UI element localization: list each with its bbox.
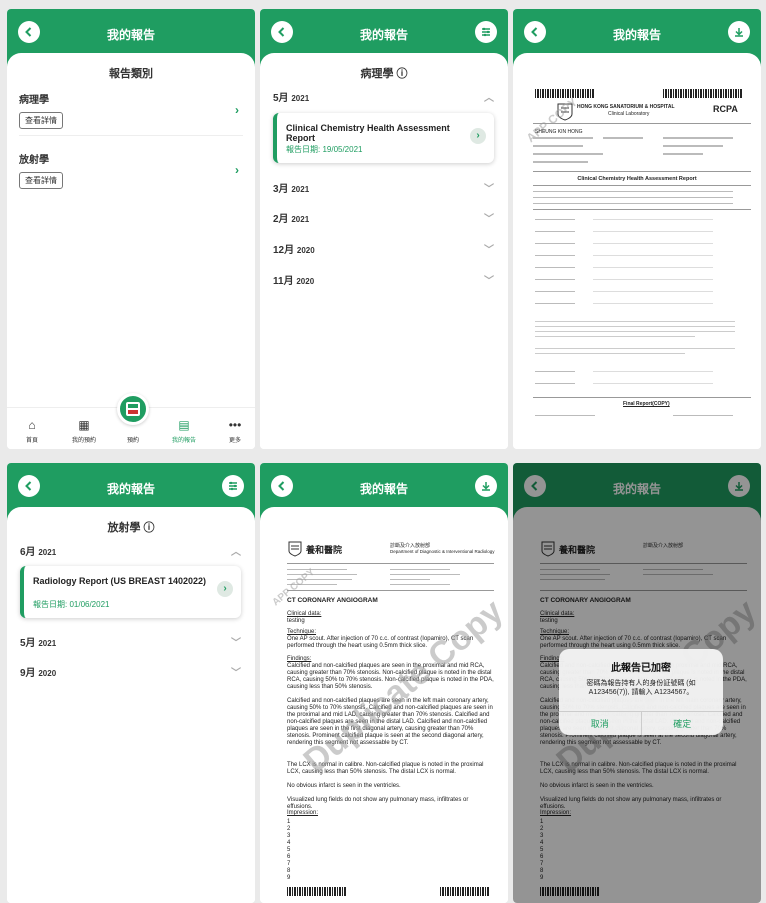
chevron-up-icon: ︿ <box>484 93 494 104</box>
report-title: Clinical Chemistry Health Assessment Rep… <box>286 123 450 143</box>
screen-lab-report-viewer: 我的報告 HONG KONG SANATORIUM & HOSPITAL Cli… <box>513 9 761 449</box>
view-details-button[interactable]: 查看詳情 <box>19 172 63 189</box>
rcpa-logo: RCPA <box>713 104 738 114</box>
filter-button[interactable] <box>222 475 244 497</box>
category-name: 放射學 <box>19 155 49 166</box>
category-name: 病理學 <box>19 95 49 106</box>
barcode <box>535 89 595 98</box>
book-appointment-fab[interactable] <box>117 393 149 425</box>
confirm-button[interactable]: 確定 <box>642 712 724 735</box>
header-title: 我的報告 <box>106 28 155 42</box>
chevron-right-icon: › <box>235 103 239 117</box>
chevron-right-icon: › <box>235 163 239 177</box>
header-title: 我的報告 <box>106 482 155 496</box>
chevron-down-icon: ﹀ <box>231 668 241 679</box>
report-document[interactable]: 養和醫院 診斷及介入放射部 Department of Diagnostic &… <box>260 507 508 903</box>
cancel-button[interactable]: 取消 <box>559 712 642 735</box>
findings-paragraph: Visualized lung fields do not show any p… <box>287 797 469 810</box>
encrypted-dialog: 此報告已加密 密碼為報告持有人的身份証號碼 (如A123456(7)), 請輸入… <box>559 649 723 735</box>
report-date: 報告日期: 19/05/2021 <box>286 145 363 154</box>
content-panel: 放射學 ⓘ 6月 2021 ︿ Radiology Report (US BREA… <box>7 507 255 903</box>
hospital-name: 養和醫院 <box>306 545 343 555</box>
screen-radiology-list: 我的報告 放射學 ⓘ 6月 2021 ︿ Radiology Report (US… <box>7 463 255 903</box>
filter-icon <box>482 27 490 37</box>
chevron-down-icon: ﹀ <box>484 214 494 225</box>
panel-title: 病理學 ⓘ <box>360 68 408 80</box>
findings-paragraph: No obvious infarct is seen in the ventri… <box>287 783 401 789</box>
view-details-button[interactable]: 查看詳情 <box>19 112 63 129</box>
department-name-zh: 診斷及介入放射部 <box>390 543 431 549</box>
month-group-dec-2020[interactable]: 12月 2020 ﹀ <box>273 241 494 256</box>
download-button[interactable] <box>475 475 497 497</box>
impression-label: Impression: <box>287 810 319 816</box>
report-document[interactable]: HONG KONG SANATORIUM & HOSPITAL Clinical… <box>513 53 761 449</box>
month-group-jun-2021[interactable]: 6月 2021 ︿ <box>20 543 241 558</box>
download-icon <box>735 28 743 37</box>
final-report-label: Final Report(COPY) <box>623 401 670 407</box>
month-group-may-2021[interactable]: 5月 2021 ﹀ <box>20 634 241 649</box>
panel-title: 報告類別 <box>109 68 153 80</box>
chevron-down-icon: ﹀ <box>231 638 241 649</box>
screen-pathology-list: 我的報告 病理學 ⓘ 5月 2021 ︿ Clinical Chemistry H… <box>260 9 508 449</box>
tab-my-reports[interactable]: ▤ 我的報告 <box>164 418 204 444</box>
chevron-right-icon: › <box>470 128 486 144</box>
chevron-down-icon: ﹀ <box>484 245 494 256</box>
department-name-en: Department of Diagnostic & Interventiona… <box>390 549 495 554</box>
tab-more[interactable]: ••• 更多 <box>215 418 255 444</box>
download-icon <box>482 482 490 491</box>
barcode <box>440 887 490 896</box>
download-button[interactable] <box>728 21 750 43</box>
barcode <box>663 89 743 98</box>
report-card[interactable]: Radiology Report (US BREAST 1402022) 報告日… <box>20 566 241 618</box>
category-pathology[interactable]: 病理學 查看詳情 › <box>19 91 243 129</box>
filter-icon <box>229 481 237 491</box>
more-icon: ••• <box>228 418 242 432</box>
filter-button[interactable] <box>475 21 497 43</box>
content-panel: 病理學 ⓘ 5月 2021 ︿ Clinical Chemistry Health… <box>260 53 508 449</box>
hospital-crest-icon <box>288 541 302 557</box>
chevron-right-icon: › <box>217 581 233 597</box>
dialog-title: 此報告已加密 <box>611 663 671 674</box>
dialog-message: 密碼為報告持有人的身份証號碼 (如A123456(7)), 請輸入 A12345… <box>586 680 696 696</box>
barcode <box>287 887 347 896</box>
calendar-icon: ▦ <box>78 418 90 432</box>
report-title: Clinical Chemistry Health Assessment Rep… <box>577 176 697 182</box>
header-title: 我的報告 <box>612 28 661 42</box>
panel-title: 放射學 ⓘ <box>107 522 155 534</box>
content-panel: 報告類別 病理學 查看詳情 › 放射學 查看詳情 › <box>7 53 255 449</box>
month-group-may-2021[interactable]: 5月 2021 ︿ <box>273 89 494 104</box>
report-date: 報告日期: 01/06/2021 <box>33 600 110 609</box>
report-card[interactable]: Clinical Chemistry Health Assessment Rep… <box>273 113 494 163</box>
report-heading: CT CORONARY ANGIOGRAM <box>287 597 378 604</box>
home-icon: ⌂ <box>28 418 36 432</box>
screen-radiology-report-viewer: 我的報告 養和醫院 診斷及介入放射部 Department of Diagnos… <box>260 463 508 903</box>
tab-home[interactable]: ⌂ 首頁 <box>12 418 52 444</box>
chevron-down-icon: ﹀ <box>484 276 494 287</box>
report-title: Radiology Report (US BREAST 1402022) <box>33 576 207 586</box>
screen-report-categories: 我的報告 報告類別 病理學 查看詳情 › 放射學 查看詳情 › ⌂ 首頁 ▦ 我的預… <box>7 9 255 449</box>
header-title: 我的報告 <box>359 28 408 42</box>
tab-my-appointments[interactable]: ▦ 我的預約 <box>64 418 104 444</box>
hospital-crest-icon <box>126 402 140 416</box>
header-title: 我的報告 <box>359 482 408 496</box>
chevron-up-icon: ︿ <box>231 547 241 558</box>
divider <box>19 135 243 136</box>
month-group-feb-2021[interactable]: 2月 2021 ﹀ <box>273 210 494 225</box>
month-group-nov-2020[interactable]: 11月 2020 ﹀ <box>273 272 494 287</box>
month-group-mar-2021[interactable]: 3月 2021 ﹀ <box>273 180 494 195</box>
category-radiology[interactable]: 放射學 查看詳情 › <box>19 151 243 189</box>
hospital-name: HONG KONG SANATORIUM & HOSPITAL <box>577 104 675 110</box>
patient-name: SHEUNG KIN HONG <box>535 129 583 135</box>
screen-encrypted-report: 我的報告 養和醫院 診斷及介入放射部 CT CORONARY ANGIOGRAM… <box>513 463 761 903</box>
month-group-sep-2020[interactable]: 9月 2020 ﹀ <box>20 664 241 679</box>
lab-name: Clinical Laboratory <box>608 111 650 117</box>
chevron-down-icon: ﹀ <box>484 184 494 195</box>
report-icon: ▤ <box>178 418 190 432</box>
